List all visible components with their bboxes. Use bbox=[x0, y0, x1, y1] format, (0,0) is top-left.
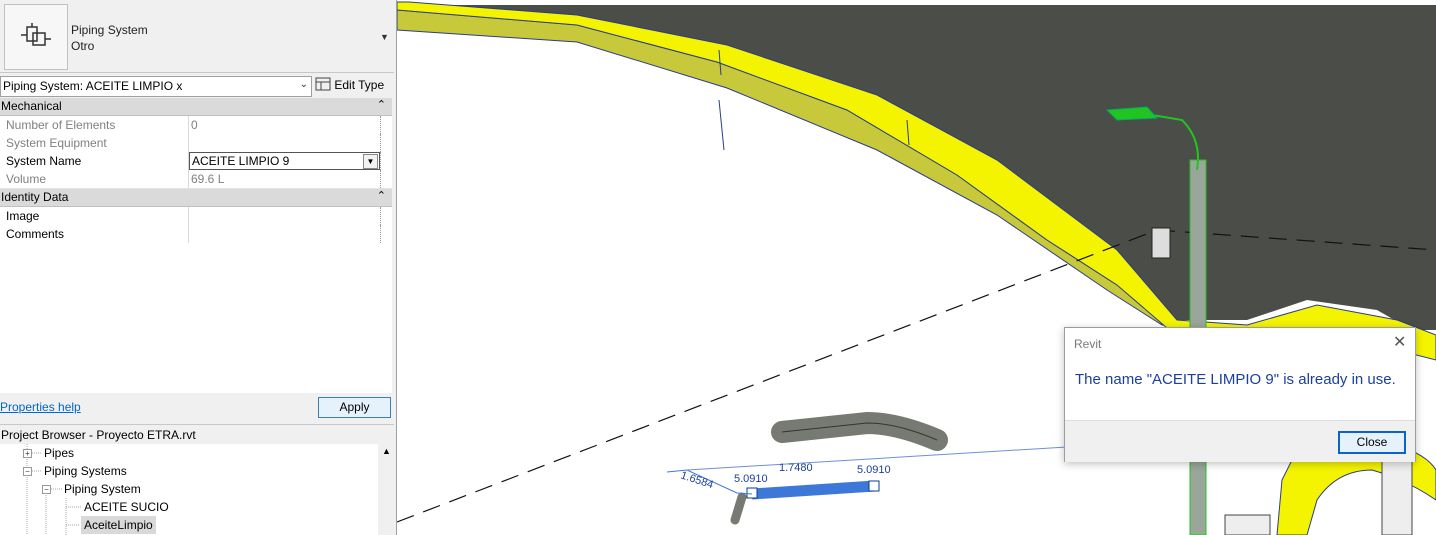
prop-label: Volume bbox=[6, 172, 47, 186]
properties-help-link[interactable]: Properties help bbox=[0, 400, 81, 414]
dimension-text[interactable]: 5.0910 bbox=[734, 473, 768, 485]
floodlight bbox=[1151, 227, 1171, 259]
piping-system-icon bbox=[21, 23, 51, 46]
collapse-icon[interactable]: ⌃ bbox=[377, 97, 386, 114]
properties-filter-dropdown[interactable]: Piping System: ACEITE LIMPIO x ⌄ bbox=[0, 76, 312, 97]
dimension-text[interactable]: 1.7480 bbox=[779, 462, 813, 474]
prop-label: Number of Elements bbox=[6, 118, 116, 132]
equipment-box bbox=[1381, 459, 1413, 535]
tree-lines bbox=[26, 444, 82, 535]
properties-filter-label: Piping System: ACEITE LIMPIO x bbox=[3, 79, 183, 93]
equipment-box bbox=[1224, 514, 1271, 535]
edit-type-label: Edit Type bbox=[334, 78, 385, 92]
revit-dialog: Revit ✕ The name "ACEITE LIMPIO 9" is al… bbox=[1064, 327, 1416, 462]
close-icon[interactable]: ✕ bbox=[1393, 332, 1406, 352]
project-browser-scrollbar[interactable]: ▲ bbox=[379, 444, 395, 535]
prop-value: 69.6 L bbox=[191, 172, 225, 186]
project-browser-tree: + Pipes − Piping Systems − Piping System… bbox=[0, 444, 378, 535]
dashed-centerline bbox=[397, 229, 1158, 523]
prop-row-volume: Volume 69.6 L bbox=[0, 170, 392, 189]
dimension-text[interactable]: 5.0910 bbox=[857, 464, 891, 476]
scroll-up-icon[interactable]: ▲ bbox=[382, 446, 391, 456]
prop-row-system-equipment: System Equipment bbox=[0, 134, 392, 153]
prop-row-system-name[interactable]: System Name ACEITE LIMPIO 9 ▼ bbox=[0, 152, 392, 171]
close-button[interactable]: Close bbox=[1338, 431, 1406, 454]
project-browser-title-text: Project Browser - Proyecto ETRA.rvt bbox=[1, 428, 196, 442]
chevron-down-icon[interactable]: ▼ bbox=[380, 32, 389, 42]
prop-label: Image bbox=[6, 209, 40, 223]
system-name-value: ACEITE LIMPIO 9 bbox=[192, 154, 290, 168]
prop-label: System Equipment bbox=[6, 136, 107, 150]
type-icon-box bbox=[4, 4, 68, 70]
prop-row-image[interactable]: Image bbox=[0, 207, 392, 226]
dialog-footer: Close bbox=[1065, 420, 1415, 462]
project-browser-title: Project Browser - Proyecto ETRA.rvt bbox=[0, 424, 394, 445]
dimension-text[interactable]: 1.6584 bbox=[679, 469, 715, 491]
group-mechanical[interactable]: Mechanical ⌃ bbox=[0, 98, 392, 116]
prop-value: 0 bbox=[191, 118, 198, 132]
group-identity-label: Identity Data bbox=[1, 190, 69, 204]
apply-button[interactable]: Apply bbox=[318, 397, 391, 418]
edit-type-icon bbox=[315, 77, 331, 91]
type-family: Piping System bbox=[71, 23, 148, 37]
small-pipe bbox=[730, 492, 747, 525]
type-type: Otro bbox=[71, 39, 95, 53]
pipe-endpoint-grip[interactable] bbox=[868, 480, 880, 492]
dialog-message: The name "ACEITE LIMPIO 9" is already in… bbox=[1075, 371, 1396, 388]
road-joint bbox=[718, 99, 725, 151]
collapse-icon[interactable]: ⌃ bbox=[377, 188, 386, 205]
prop-label: System Name bbox=[6, 154, 82, 168]
prop-row-comments[interactable]: Comments bbox=[0, 225, 392, 244]
prop-label: Comments bbox=[6, 227, 65, 241]
properties-filter-row: Piping System: ACEITE LIMPIO x ⌄ Edit Ty… bbox=[0, 74, 396, 98]
properties-empty-area bbox=[0, 243, 392, 393]
dialog-title: Revit bbox=[1074, 337, 1102, 351]
properties-panel: Piping System Otro ▼ Piping System: ACEI… bbox=[0, 0, 397, 535]
pipe-endpoint-grip[interactable] bbox=[746, 487, 758, 499]
selected-pipe[interactable] bbox=[751, 480, 876, 500]
type-name: Piping System Otro bbox=[71, 22, 148, 54]
edit-type-button[interactable]: Edit Type bbox=[315, 76, 384, 95]
system-name-input[interactable]: ACEITE LIMPIO 9 ▼ bbox=[189, 152, 380, 170]
chevron-down-icon: ⌄ bbox=[299, 79, 308, 90]
type-selector[interactable]: Piping System Otro ▼ bbox=[0, 0, 394, 73]
prop-row-number-of-elements: Number of Elements 0 bbox=[0, 116, 392, 135]
group-mechanical-label: Mechanical bbox=[1, 99, 62, 113]
chevron-down-icon[interactable]: ▼ bbox=[363, 154, 378, 169]
group-identity-data[interactable]: Identity Data ⌃ bbox=[0, 189, 392, 207]
